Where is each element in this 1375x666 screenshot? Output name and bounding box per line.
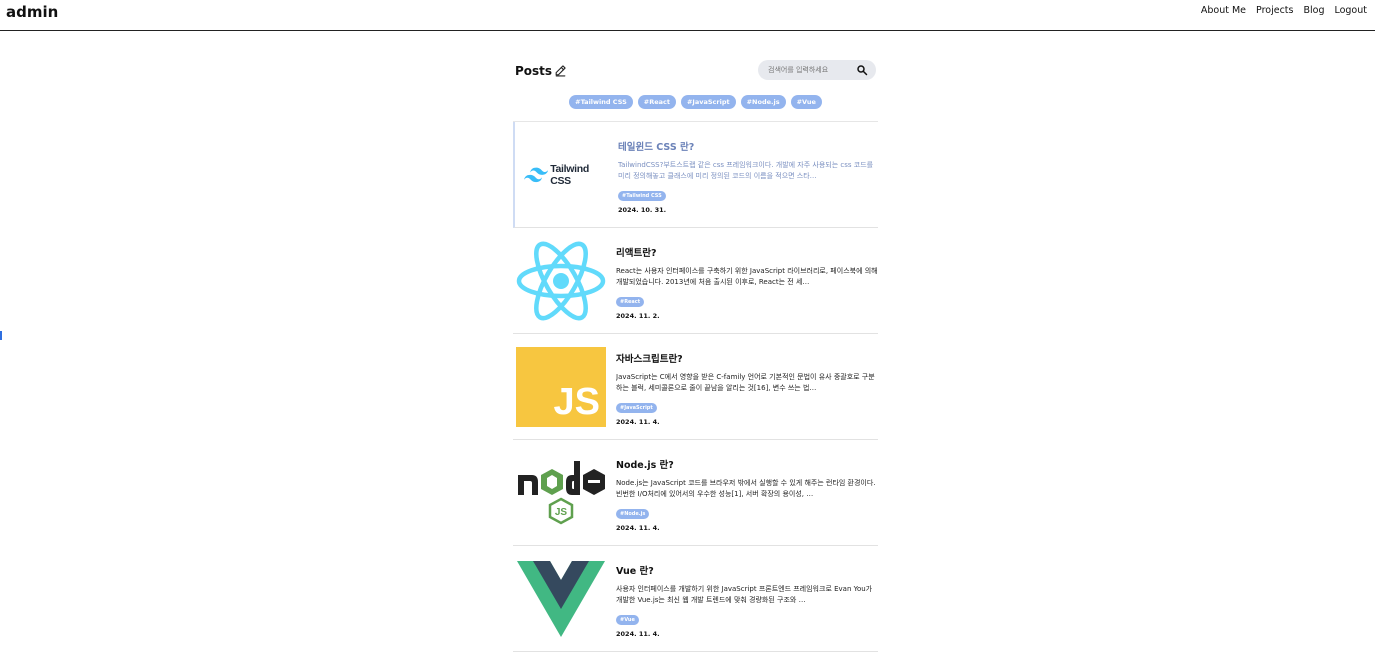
tag-filter-list: #Tailwind CSS #React #JavaScript #Node.j… — [513, 95, 878, 109]
tag-filter-tailwind[interactable]: #Tailwind CSS — [569, 95, 633, 109]
post-item[interactable]: 리액트란? React는 사용자 인터페이스를 구축하기 위한 JavaScri… — [513, 228, 878, 334]
post-body: Vue 란? 사용자 인터페이스를 개발하기 위한 JavaScript 프론트… — [616, 563, 878, 638]
tag-filter-vue[interactable]: #Vue — [790, 95, 822, 109]
nav-logout[interactable]: Logout — [1334, 5, 1367, 16]
post-date: 2024. 11. 4. — [616, 418, 660, 426]
post-tag[interactable]: #JavaScript — [616, 403, 657, 413]
react-logo — [516, 241, 606, 321]
post-date: 2024. 11. 4. — [616, 524, 660, 532]
tag-filter-react[interactable]: #React — [637, 95, 676, 109]
post-thumbnail — [516, 559, 606, 639]
post-body: 자바스크립트란? JavaScript는 C에서 영향을 받은 C-family… — [616, 351, 878, 426]
post-title[interactable]: 테일윈드 CSS 란? — [618, 139, 880, 153]
post-list: Tailwind CSS 테일윈드 CSS 란? TailwindCSS?부트스… — [513, 121, 878, 652]
post-date: 2024. 11. 2. — [616, 312, 660, 320]
post-item[interactable]: JS Node.js 란? Node.js는 JavaScript 코드를 브라… — [513, 440, 878, 546]
post-title[interactable]: Node.js 란? — [616, 457, 878, 471]
post-thumbnail: Tailwind CSS — [518, 135, 608, 215]
svg-text:JS: JS — [555, 507, 568, 518]
nav-blog[interactable]: Blog — [1303, 5, 1324, 16]
post-summary: JavaScript는 C에서 영향을 받은 C-family 언어로 기본적인… — [616, 373, 875, 392]
post-summary: TailwindCSS?부트스트랩 같은 css 프레임워크이다. 개발에 자주… — [618, 161, 874, 180]
search-icon[interactable] — [856, 64, 868, 76]
post-summary: Node.js는 JavaScript 코드를 브라우저 밖에서 실행할 수 있… — [616, 479, 876, 498]
top-navigation-bar: admin About Me Projects Blog Logout — [0, 0, 1375, 31]
nodejs-logo: JS — [518, 461, 605, 525]
nav-projects[interactable]: Projects — [1256, 5, 1293, 16]
post-tag[interactable]: #Tailwind CSS — [618, 191, 666, 201]
post-tag[interactable]: #Vue — [616, 615, 639, 625]
post-title[interactable]: 자바스크립트란? — [616, 351, 878, 365]
post-item[interactable]: JS 자바스크립트란? JavaScript는 C에서 영향을 받은 C-fam… — [513, 334, 878, 440]
post-date: 2024. 11. 4. — [616, 630, 660, 638]
js-logo: JS — [516, 347, 606, 427]
posts-section: Posts #Tailwind CSS #React #JavaScript #… — [513, 56, 878, 652]
pencil-icon[interactable] — [554, 64, 567, 77]
post-tag[interactable]: #Node.js — [616, 509, 650, 519]
tailwind-logo-text: Tailwind CSS — [550, 163, 590, 187]
post-item[interactable]: Vue 란? 사용자 인터페이스를 개발하기 위한 JavaScript 프론트… — [513, 546, 878, 652]
focus-edge-marker — [0, 331, 2, 340]
search-box — [758, 60, 876, 80]
post-thumbnail — [516, 241, 606, 321]
brand-logo-text[interactable]: admin — [6, 3, 58, 21]
post-body: Node.js 란? Node.js는 JavaScript 코드를 브라우저 … — [616, 457, 878, 532]
post-title[interactable]: 리액트란? — [616, 245, 878, 259]
post-body: 테일윈드 CSS 란? TailwindCSS?부트스트랩 같은 css 프레임… — [618, 139, 880, 214]
vue-logo — [517, 561, 605, 637]
post-body: 리액트란? React는 사용자 인터페이스를 구축하기 위한 JavaScri… — [616, 245, 878, 320]
post-thumbnail: JS — [516, 453, 606, 533]
posts-header: Posts — [513, 56, 878, 84]
post-thumbnail: JS — [516, 347, 606, 427]
post-title[interactable]: Vue 란? — [616, 563, 878, 577]
tag-filter-nodejs[interactable]: #Node.js — [740, 95, 786, 109]
post-date: 2024. 10. 31. — [618, 206, 667, 214]
main-nav: About Me Projects Blog Logout — [1201, 5, 1367, 16]
js-logo-text: JS — [553, 381, 600, 423]
tag-filter-javascript[interactable]: #JavaScript — [680, 95, 736, 109]
post-summary: 사용자 인터페이스를 개발하기 위한 JavaScript 프론트엔드 프레임워… — [616, 585, 873, 604]
post-item[interactable]: Tailwind CSS 테일윈드 CSS 란? TailwindCSS?부트스… — [513, 122, 878, 228]
post-tag[interactable]: #React — [616, 297, 645, 307]
post-summary: React는 사용자 인터페이스를 구축하기 위한 JavaScript 라이브… — [616, 267, 878, 286]
nav-about-me[interactable]: About Me — [1201, 5, 1246, 16]
posts-title: Posts — [515, 64, 553, 78]
search-input[interactable] — [768, 63, 850, 77]
tailwind-logo — [524, 167, 549, 183]
